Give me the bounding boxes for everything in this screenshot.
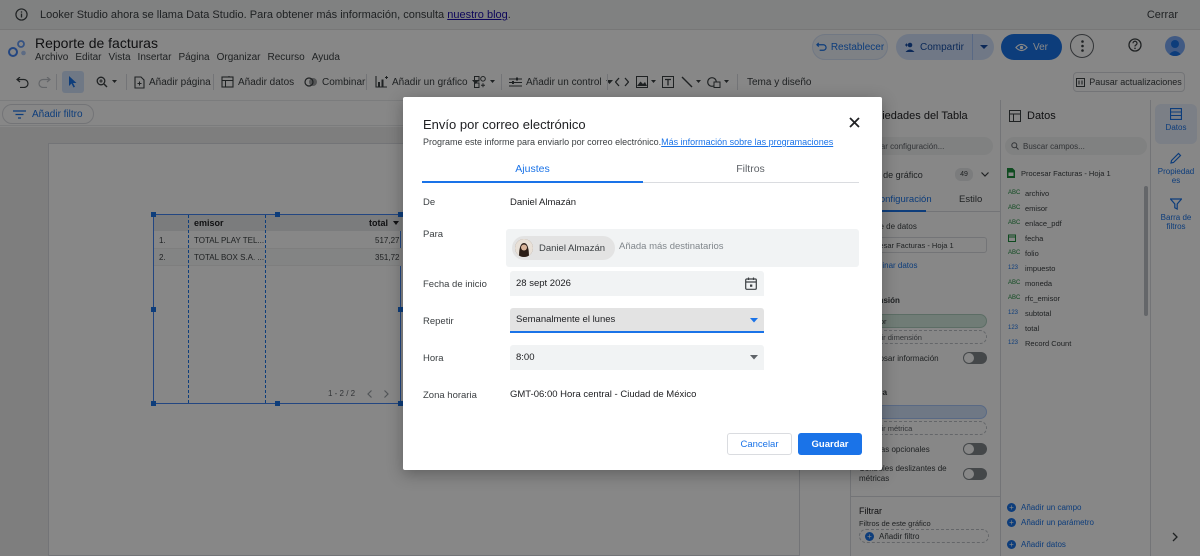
- save-button[interactable]: Guardar: [798, 433, 862, 455]
- tab-filters[interactable]: Filtros: [640, 163, 861, 182]
- dropdown-arrow-icon: [750, 318, 758, 323]
- timezone-value: GMT-06:00 Hora central - Ciudad de Méxic…: [510, 389, 697, 400]
- time-value: 8:00: [516, 352, 535, 363]
- dialog-title: Envío por correo electrónico: [423, 117, 586, 132]
- start-date-value: 28 sept 2026: [516, 278, 571, 289]
- to-label: Para: [423, 229, 444, 240]
- dialog-subtitle-text: Programe este informe para enviarlo por …: [423, 137, 662, 147]
- start-date-label: Fecha de inicio: [423, 279, 487, 290]
- recipients-field[interactable]: Daniel Almazán Añada más destinatarios: [506, 229, 859, 267]
- repeat-value: Semanalmente el lunes: [516, 314, 616, 325]
- timezone-label: Zona horaria: [423, 390, 477, 401]
- tab-settings[interactable]: Ajustes: [422, 163, 643, 182]
- from-label: De: [423, 197, 436, 208]
- from-value: Daniel Almazán: [510, 197, 577, 208]
- recipient-name: Daniel Almazán: [539, 242, 606, 254]
- recipients-placeholder: Añada más destinatarios: [619, 241, 724, 252]
- email-schedule-dialog: Envío por correo electrónico Programe es…: [403, 97, 882, 470]
- calendar-icon[interactable]: [745, 277, 757, 290]
- repeat-label: Repetir: [423, 316, 454, 327]
- repeat-select[interactable]: Semanalmente el lunes: [510, 308, 764, 333]
- time-label: Hora: [423, 353, 444, 364]
- time-select[interactable]: 8:00: [510, 345, 764, 370]
- schedules-help-link[interactable]: Más información sobre las programaciones: [661, 137, 833, 147]
- tab-indicator: [422, 181, 643, 183]
- recipient-avatar: [515, 239, 533, 257]
- dropdown-arrow-icon: [750, 355, 758, 360]
- start-date-field[interactable]: 28 sept 2026: [510, 271, 764, 296]
- recipient-chip[interactable]: Daniel Almazán: [512, 236, 616, 260]
- cancel-button[interactable]: Cancelar: [727, 433, 792, 455]
- dialog-subtitle: Programe este informe para enviarlo por …: [423, 137, 833, 147]
- close-icon[interactable]: [849, 117, 860, 128]
